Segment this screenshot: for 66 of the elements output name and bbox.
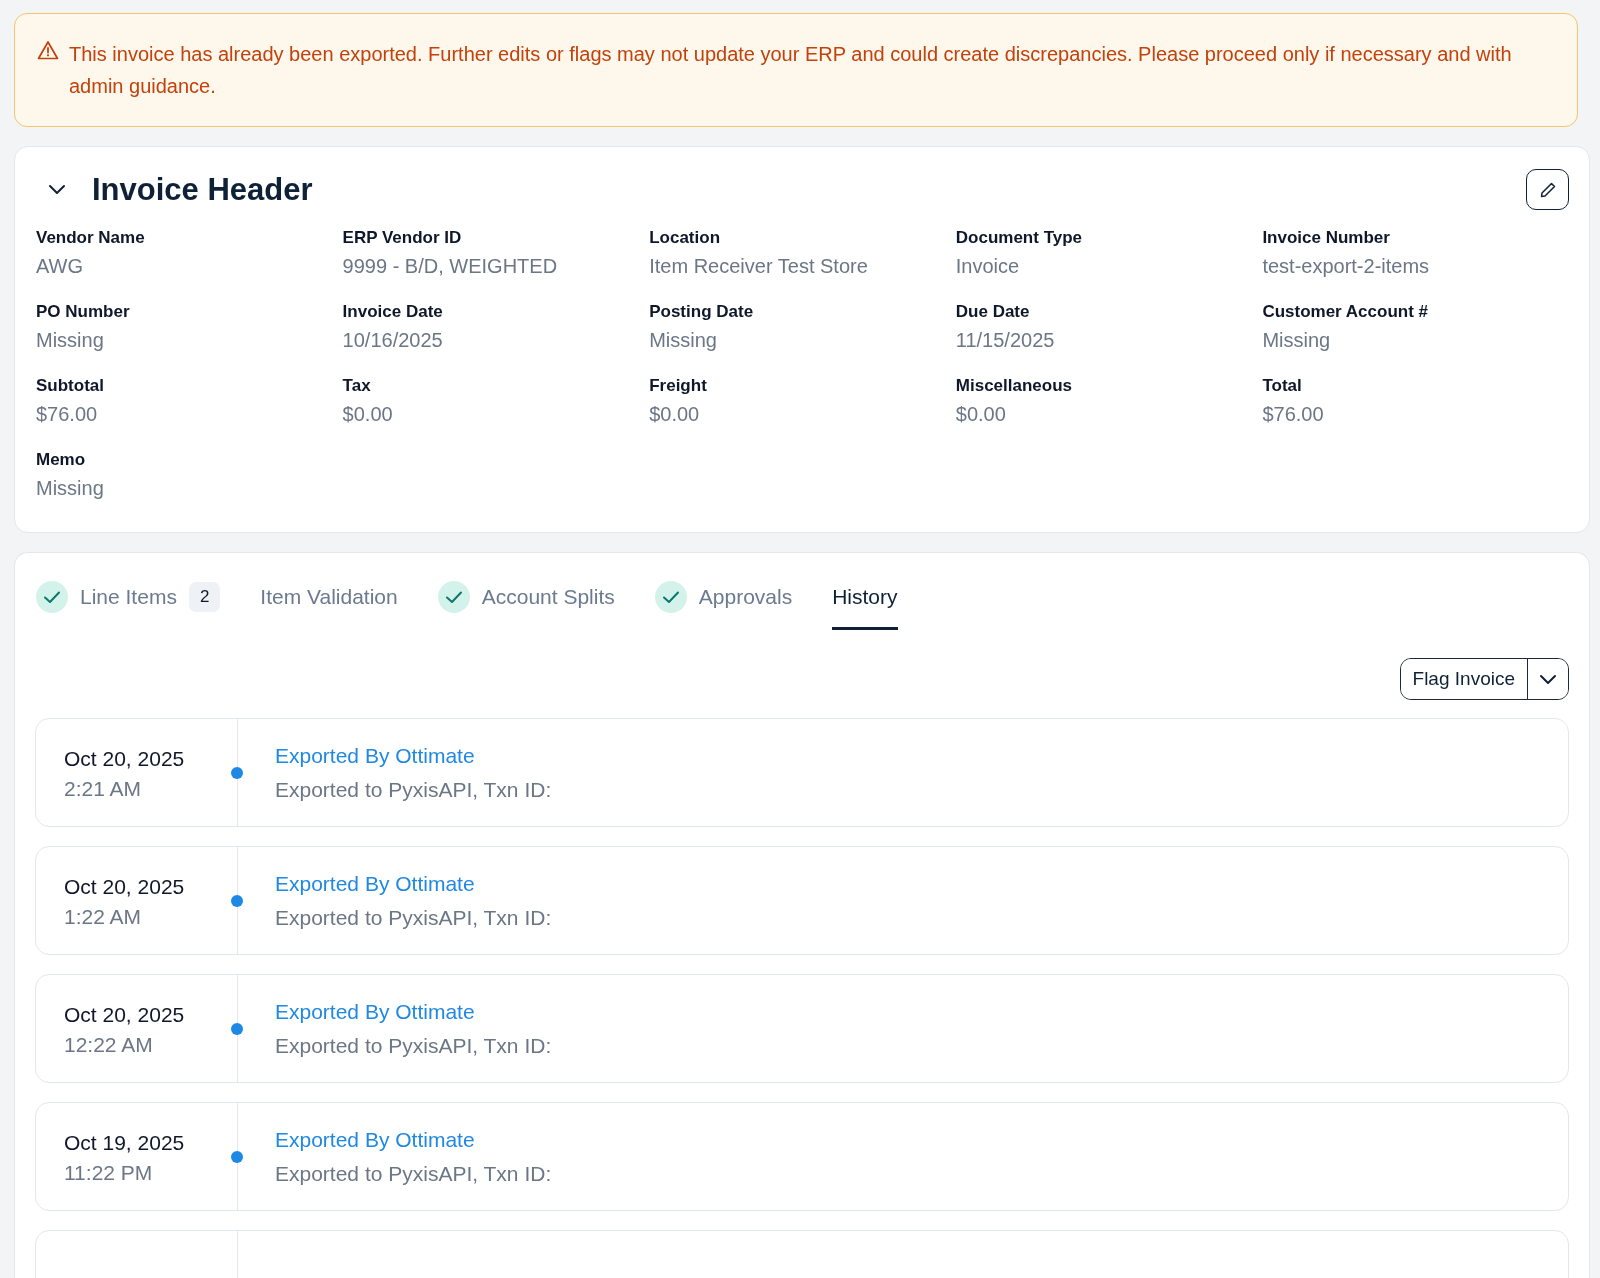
field-value: $0.00 (649, 402, 701, 427)
field-value: Missing (36, 476, 105, 501)
entry-time: 1:22 AM (64, 904, 143, 930)
field-value: $76.00 (1262, 402, 1325, 427)
field-label: Location (649, 227, 722, 249)
field-label: Total (1262, 375, 1303, 397)
field-label: Memo (36, 449, 87, 471)
count-badge: 2 (188, 582, 221, 612)
field-label: Due Date (955, 301, 1031, 323)
timeline-dot (231, 1023, 243, 1035)
timeline-dot (231, 1151, 243, 1163)
field-label: Subtotal (36, 375, 105, 397)
entry-date: Oct 20, 2025 (64, 746, 186, 772)
tab[interactable]: History (832, 581, 898, 630)
tab[interactable]: Item Validation (260, 581, 398, 630)
field-value: 10/16/2025 (342, 328, 444, 353)
chevron-icon (1539, 673, 1557, 685)
field-label: Invoice Number (1262, 227, 1391, 249)
field-label: Document Type (955, 227, 1084, 249)
field-value: Item Receiver Test Store (649, 254, 869, 279)
entry-detail: Exported to PyxisAPI, Txn ID: (275, 905, 552, 931)
tab[interactable]: Account Splits (437, 581, 615, 630)
entry-title: Exported By Ottimate (275, 999, 476, 1025)
field-value: Missing (649, 328, 718, 353)
warning-text: This invoice has already been exported. Further edits or flags may not update your ERP and could create discrepancies. Please proceed only if necessary and with admin guidance. (69, 42, 1513, 99)
entry-title: Exported By Ottimate (275, 743, 476, 769)
field-label: Posting Date (649, 301, 755, 323)
field-value: AWG (36, 254, 85, 279)
field-label: PO Number (36, 301, 131, 323)
field-value: Missing (1262, 328, 1332, 353)
field-label: Tax (342, 375, 372, 397)
tab[interactable]: Approvals (654, 581, 793, 630)
tab[interactable]: Line Items 2 (36, 581, 221, 630)
warning-icon (37, 40, 59, 60)
section-title: Invoice Header (92, 171, 313, 208)
edit-button[interactable] (1526, 169, 1569, 210)
entry-title: Exported By Ottimate (275, 871, 476, 897)
entry-detail: Exported to PyxisAPI, Txn ID: (275, 1033, 552, 1059)
timeline-dot (231, 895, 243, 907)
entry-date: Oct 19, 2025 (64, 1130, 186, 1156)
entry-title: Exported By Ottimate (275, 1127, 476, 1153)
pencil-icon (1538, 180, 1557, 199)
field-label: Freight (649, 375, 708, 397)
entry-time: 11:22 PM (64, 1160, 154, 1186)
entry-time: 12:22 AM (64, 1032, 154, 1058)
entry-date: Oct 20, 2025 (64, 874, 186, 900)
field-value: test-export-2-items (1262, 254, 1431, 279)
field-value: $76.00 (36, 402, 99, 427)
field-label: Miscellaneous (955, 375, 1073, 397)
field-value: $0.00 (342, 402, 394, 427)
field-value: $0.00 (955, 402, 1007, 427)
field-value: 9999 - B/D, WEIGHTED (342, 254, 559, 279)
field-value: Missing (36, 328, 105, 353)
field-value: Invoice (955, 254, 1021, 279)
field-label: ERP Vendor ID (342, 227, 463, 249)
entry-time: 2:21 AM (64, 776, 143, 802)
chevron-icon[interactable] (48, 183, 66, 196)
timeline-dot (231, 767, 243, 779)
field-label: Vendor Name (36, 227, 146, 249)
field-label: Invoice Date (342, 301, 444, 323)
flag-invoice-button[interactable]: Flag Invoice (1400, 659, 1528, 699)
field-value: 11/15/2025 (955, 328, 1056, 353)
entry-detail: Exported to PyxisAPI, Txn ID: (275, 777, 552, 803)
field-label: Customer Account # (1262, 301, 1429, 323)
entry-detail: Exported to PyxisAPI, Txn ID: (275, 1161, 552, 1187)
entry-date: Oct 20, 2025 (64, 1002, 186, 1028)
